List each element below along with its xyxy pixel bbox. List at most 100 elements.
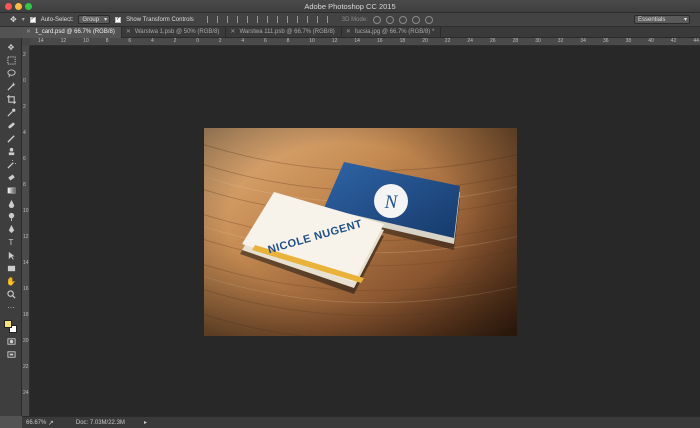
- distribute-left-icon[interactable]: [294, 16, 301, 23]
- path-selection-icon[interactable]: [5, 250, 17, 261]
- clone-stamp-icon[interactable]: [5, 146, 17, 157]
- card-mockup-image: N NICOLE NUGENT: [204, 128, 517, 336]
- move-tool-preset-icon[interactable]: ✥: [10, 15, 17, 24]
- align-left-icon[interactable]: [234, 16, 241, 23]
- distribute-bottom-icon[interactable]: [284, 16, 291, 23]
- type-icon[interactable]: T: [5, 237, 17, 248]
- title-bar: Adobe Photoshop CC 2015: [0, 0, 700, 13]
- distribute-top-icon[interactable]: [264, 16, 271, 23]
- ruler-tick: 4: [23, 130, 26, 136]
- document-image[interactable]: N NICOLE NUGENT: [204, 128, 517, 336]
- history-brush-icon[interactable]: [5, 159, 17, 170]
- align-bottom-icon[interactable]: [224, 16, 231, 23]
- ruler-tick: 22: [444, 38, 451, 44]
- ruler-tick: 26: [490, 38, 496, 44]
- ruler-tick: 28: [512, 38, 519, 44]
- move-icon[interactable]: ✥: [5, 42, 17, 53]
- ruler-tick: 2: [218, 38, 222, 44]
- quick-mask-icon[interactable]: [5, 336, 17, 347]
- workspace-switcher[interactable]: Essentials: [634, 15, 690, 24]
- ruler-tick: 10: [23, 208, 29, 214]
- 3d-scale-icon[interactable]: [424, 15, 433, 24]
- align-vcenter-icon[interactable]: [214, 16, 221, 23]
- preset-dropdown-icon[interactable]: ▾: [22, 16, 25, 23]
- ruler-tick: 16: [23, 286, 29, 292]
- ruler-tick: 6: [128, 38, 132, 44]
- tab-1-card[interactable]: ✕ 1_card.psd @ 66.7% (RGB/8): [22, 27, 122, 38]
- rectangle-icon[interactable]: [5, 263, 17, 274]
- align-top-icon[interactable]: [204, 16, 211, 23]
- ruler-tick: 10: [83, 38, 89, 44]
- ruler-tick: 14: [23, 260, 29, 266]
- ruler-tick: 2: [23, 52, 26, 58]
- 3d-slide-icon[interactable]: [411, 15, 420, 24]
- tab-warstwa-1[interactable]: ✕ Warstwa 1.psb @ 50% (RGB/8): [122, 27, 227, 38]
- dodge-icon[interactable]: [5, 211, 17, 222]
- eyedropper-icon[interactable]: [5, 107, 17, 118]
- close-tab-icon[interactable]: ✕: [346, 27, 351, 38]
- close-tab-icon[interactable]: ✕: [230, 27, 235, 38]
- blur-icon[interactable]: [5, 198, 17, 209]
- crop-icon[interactable]: [5, 94, 17, 105]
- ruler-tick: 0: [196, 38, 199, 44]
- ruler-tick: 0: [23, 78, 26, 84]
- tab-label: Warstwa 1.psb @ 50% (RGB/8): [134, 29, 220, 35]
- horizontal-ruler[interactable]: 14 12 10 8 6 4 2 0 2 4 6 8 10 12 14 16 18 20 22 24 26 28 30 32 3…: [30, 38, 700, 46]
- ruler-tick: 12: [331, 38, 338, 44]
- tools-panel: ✥ T ✋ ···: [0, 38, 22, 416]
- ruler-tick: 22: [23, 364, 29, 370]
- close-tab-icon[interactable]: ✕: [126, 27, 131, 38]
- 3d-roll-icon[interactable]: [385, 15, 394, 24]
- eraser-icon[interactable]: [5, 172, 17, 183]
- lasso-icon[interactable]: [5, 68, 17, 79]
- auto-align-icon[interactable]: [324, 16, 331, 23]
- tab-label: 1_card.psd @ 66.7% (RGB/8): [35, 29, 115, 35]
- hand-icon[interactable]: ✋: [5, 276, 17, 287]
- ruler-tick: 36: [603, 38, 609, 44]
- ruler-tick: 6: [264, 38, 267, 44]
- close-tab-icon[interactable]: ✕: [26, 27, 31, 38]
- zoom-icon[interactable]: [5, 289, 17, 300]
- distribute-vcenter-icon[interactable]: [274, 16, 281, 23]
- distribute-right-icon[interactable]: [314, 16, 321, 23]
- screen-mode-icon[interactable]: [5, 349, 17, 360]
- tab-fucsia[interactable]: ✕ fucsia.jpg @ 66.7% (RGB/8) *: [342, 27, 442, 38]
- ruler-tick: 20: [422, 38, 428, 44]
- status-bar: 66.67% ↗ Doc: 7.03M/22.3M ▸: [22, 416, 700, 428]
- ruler-origin[interactable]: [22, 38, 30, 46]
- gradient-icon[interactable]: [5, 185, 17, 196]
- ruler-tick: 42: [670, 38, 677, 44]
- ruler-tick: 12: [60, 38, 67, 44]
- card-monogram: N: [384, 192, 399, 213]
- brush-icon[interactable]: [5, 133, 17, 144]
- distribute-hcenter-icon[interactable]: [304, 16, 311, 23]
- vertical-ruler[interactable]: 2 0 2 4 6 8 10 12 14 16 18 20 22 24: [22, 46, 30, 416]
- tab-warstwa-111[interactable]: ✕ Warstwa 111.psb @ 66.7% (RGB/8): [226, 27, 342, 38]
- more-tools-icon[interactable]: ···: [5, 302, 17, 313]
- ruler-tick: 34: [580, 38, 586, 44]
- 3d-pan-icon[interactable]: [398, 15, 407, 24]
- 3d-rotate-icon[interactable]: [372, 15, 381, 24]
- ruler-tick: 32: [557, 38, 564, 44]
- options-bar: ✥ ▾ ✓ Auto-Select: Group ✓ Show Transfor…: [0, 13, 700, 27]
- show-transform-controls-checkbox[interactable]: ✓: [115, 16, 122, 23]
- healing-brush-icon[interactable]: [5, 120, 17, 131]
- status-menu-arrow-icon[interactable]: ▸: [144, 419, 147, 426]
- zoom-level[interactable]: 66.67%: [22, 420, 48, 426]
- ruler-tick: 12: [23, 234, 29, 240]
- align-right-icon[interactable]: [254, 16, 261, 23]
- align-hcenter-icon[interactable]: [244, 16, 251, 23]
- magic-wand-icon[interactable]: [5, 81, 17, 92]
- auto-select-target-dropdown[interactable]: Group: [78, 15, 111, 24]
- marquee-icon[interactable]: [5, 55, 17, 66]
- ruler-tick: 2: [23, 104, 26, 110]
- foreground-color-swatch[interactable]: [4, 320, 12, 328]
- ruler-tick: 18: [23, 312, 29, 318]
- auto-select-checkbox[interactable]: ✓: [29, 16, 36, 23]
- ruler-tick: 8: [23, 182, 26, 188]
- pen-icon[interactable]: [5, 224, 17, 235]
- export-icon[interactable]: ↗: [48, 419, 54, 427]
- ruler-tick: 38: [625, 38, 632, 44]
- auto-select-label: Auto-Select:: [40, 16, 74, 23]
- ruler-tick: 10: [309, 38, 315, 44]
